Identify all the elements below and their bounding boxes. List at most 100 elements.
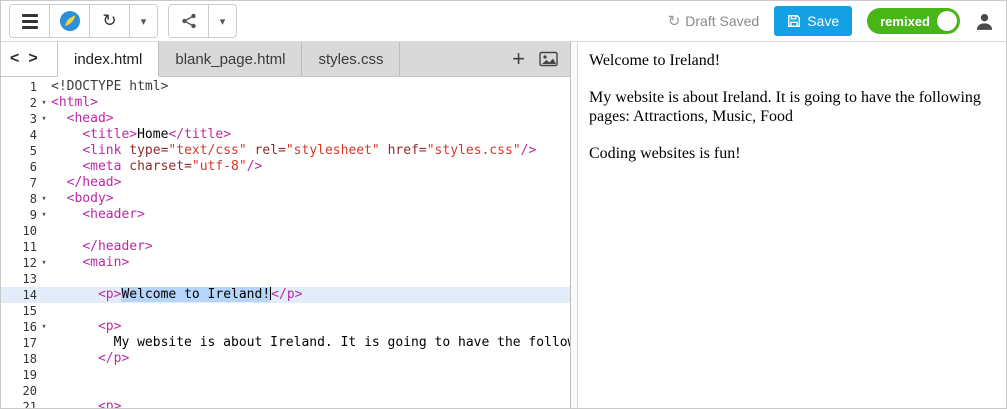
code-token-tag: /> xyxy=(520,143,537,158)
code-token-text: Home xyxy=(137,127,169,142)
code-line-1[interactable]: 1 <!DOCTYPE html> xyxy=(1,79,570,95)
image-icon xyxy=(539,51,558,67)
main-content: < > index.html blank_page.html styles.css … xyxy=(1,42,1006,408)
code-line-3[interactable]: 3 ▾ <head> xyxy=(1,111,570,127)
fold-arrow-icon[interactable]: ▾ xyxy=(37,191,51,207)
code-line-20[interactable]: 20 xyxy=(1,383,570,399)
nav-forward-button[interactable]: > xyxy=(28,51,37,67)
fold-arrow-icon[interactable]: ▾ xyxy=(37,111,51,127)
editor-pane: < > index.html blank_page.html styles.css … xyxy=(1,42,571,408)
code-token-tag: </title> xyxy=(168,127,232,142)
code-line-15[interactable]: 15 xyxy=(1,303,570,319)
code-line-9[interactable]: 9 ▾ <header> xyxy=(1,207,570,223)
share-options-dropdown[interactable]: ▾ xyxy=(209,5,236,37)
toolbar-right-group: ↻ Draft Saved Save remixed xyxy=(668,6,994,36)
code-line-8[interactable]: 8 ▾ <body> xyxy=(1,191,570,207)
code-token-tag: <title> xyxy=(82,127,138,142)
code-line-11[interactable]: 11 </header> xyxy=(1,239,570,255)
preview-paragraph: Coding websites is fun! xyxy=(589,144,741,162)
chevron-down-icon: ▾ xyxy=(219,15,226,28)
code-area[interactable]: 1 <!DOCTYPE html> 2 ▾ <html> 3 ▾ <head> 4 <titl… xyxy=(1,77,570,408)
code-line-2[interactable]: 2 ▾ <html> xyxy=(1,95,570,111)
fold-arrow-icon[interactable]: ▾ xyxy=(37,95,51,111)
code-line-13[interactable]: 13 xyxy=(1,271,570,287)
code-token-tag: <p> xyxy=(97,287,122,302)
code-line-18[interactable]: 18 </p> xyxy=(1,351,570,367)
code-line-16[interactable]: 16 ▾ <p> xyxy=(1,319,570,335)
code-text: </head> xyxy=(51,175,570,191)
preview-paragraph: Welcome to Ireland! xyxy=(589,52,721,69)
insert-image-button[interactable] xyxy=(539,51,558,67)
remixed-label: remixed xyxy=(880,13,930,29)
code-line-10[interactable]: 10 xyxy=(1,223,570,239)
code-line-4[interactable]: 4 <title>Home</title> xyxy=(1,127,570,143)
refresh-options-dropdown[interactable]: ▾ xyxy=(130,5,157,37)
refresh-preview-button[interactable]: ↻ xyxy=(90,5,130,37)
code-text: <header> xyxy=(51,207,570,223)
gutter: 16 ▾ xyxy=(1,319,51,335)
remixed-toggle[interactable]: remixed xyxy=(867,8,960,34)
tab-list: index.html blank_page.html styles.css xyxy=(57,42,401,76)
line-number: 2 xyxy=(29,96,37,110)
user-account-button[interactable] xyxy=(975,12,994,31)
pane-divider[interactable] xyxy=(571,42,578,408)
fold-arrow-icon[interactable]: ▾ xyxy=(37,255,51,271)
gutter: 19 xyxy=(1,367,51,383)
project-logo-button[interactable] xyxy=(50,5,90,37)
tab-styles-css[interactable]: styles.css xyxy=(302,42,401,76)
gutter: 2 ▾ xyxy=(1,95,51,111)
preview-pane: Welcome to Ireland! My website is about I… xyxy=(578,42,1006,408)
code-token-attr: charset= xyxy=(129,159,192,174)
code-line-21[interactable]: 21 <p> xyxy=(1,399,570,408)
toggle-knob-icon xyxy=(937,11,957,31)
code-line-14[interactable]: 14 <p>Welcome to Ireland!</p> xyxy=(1,287,570,303)
code-line-12[interactable]: 12 ▾ <main> xyxy=(1,255,570,271)
gutter: 1 xyxy=(1,79,51,95)
draft-saved-status: ↻ Draft Saved xyxy=(668,12,760,30)
code-line-19[interactable]: 19 xyxy=(1,367,570,383)
code-line-17[interactable]: 17 My website is about Ireland. It is go… xyxy=(1,335,570,351)
save-button-label: Save xyxy=(807,13,840,29)
fold-arrow-icon[interactable]: ▾ xyxy=(37,319,51,335)
tab-index-html[interactable]: index.html xyxy=(58,42,160,76)
gutter: 5 xyxy=(1,143,51,159)
gutter: 17 xyxy=(1,335,51,351)
code-text: </header> xyxy=(51,239,570,255)
line-number: 21 xyxy=(22,400,37,408)
menu-button[interactable] xyxy=(10,5,50,37)
code-line-6[interactable]: 6 <meta charset="utf-8"/> xyxy=(1,159,570,175)
gutter: 10 xyxy=(1,223,51,239)
share-button[interactable] xyxy=(169,5,209,37)
toolbar-left-group: ↻ ▾ ▾ xyxy=(9,4,237,38)
code-token-text: My website is about Ireland. It is going… xyxy=(51,335,570,350)
code-line-7[interactable]: 7 </head> xyxy=(1,175,570,191)
code-text: <html> xyxy=(51,95,570,111)
save-button[interactable]: Save xyxy=(774,6,853,36)
code-line-5[interactable]: 5 <link type="text/css" rel="stylesheet"… xyxy=(1,143,570,159)
code-token-tag: <link xyxy=(82,143,130,158)
gutter: 15 xyxy=(1,303,51,319)
tab-blank-page-html[interactable]: blank_page.html xyxy=(159,42,303,76)
code-text: <p>Welcome to Ireland!</p> xyxy=(51,287,570,303)
fold-arrow-icon[interactable]: ▾ xyxy=(37,207,51,223)
add-file-button[interactable]: + xyxy=(512,48,525,70)
nav-back-button[interactable]: < xyxy=(10,51,19,67)
gutter: 4 xyxy=(1,127,51,143)
code-token-tag: <p> xyxy=(97,319,122,334)
sync-icon: ↻ xyxy=(667,13,681,30)
line-number: 8 xyxy=(29,192,37,206)
thimble-logo-icon xyxy=(59,11,80,31)
